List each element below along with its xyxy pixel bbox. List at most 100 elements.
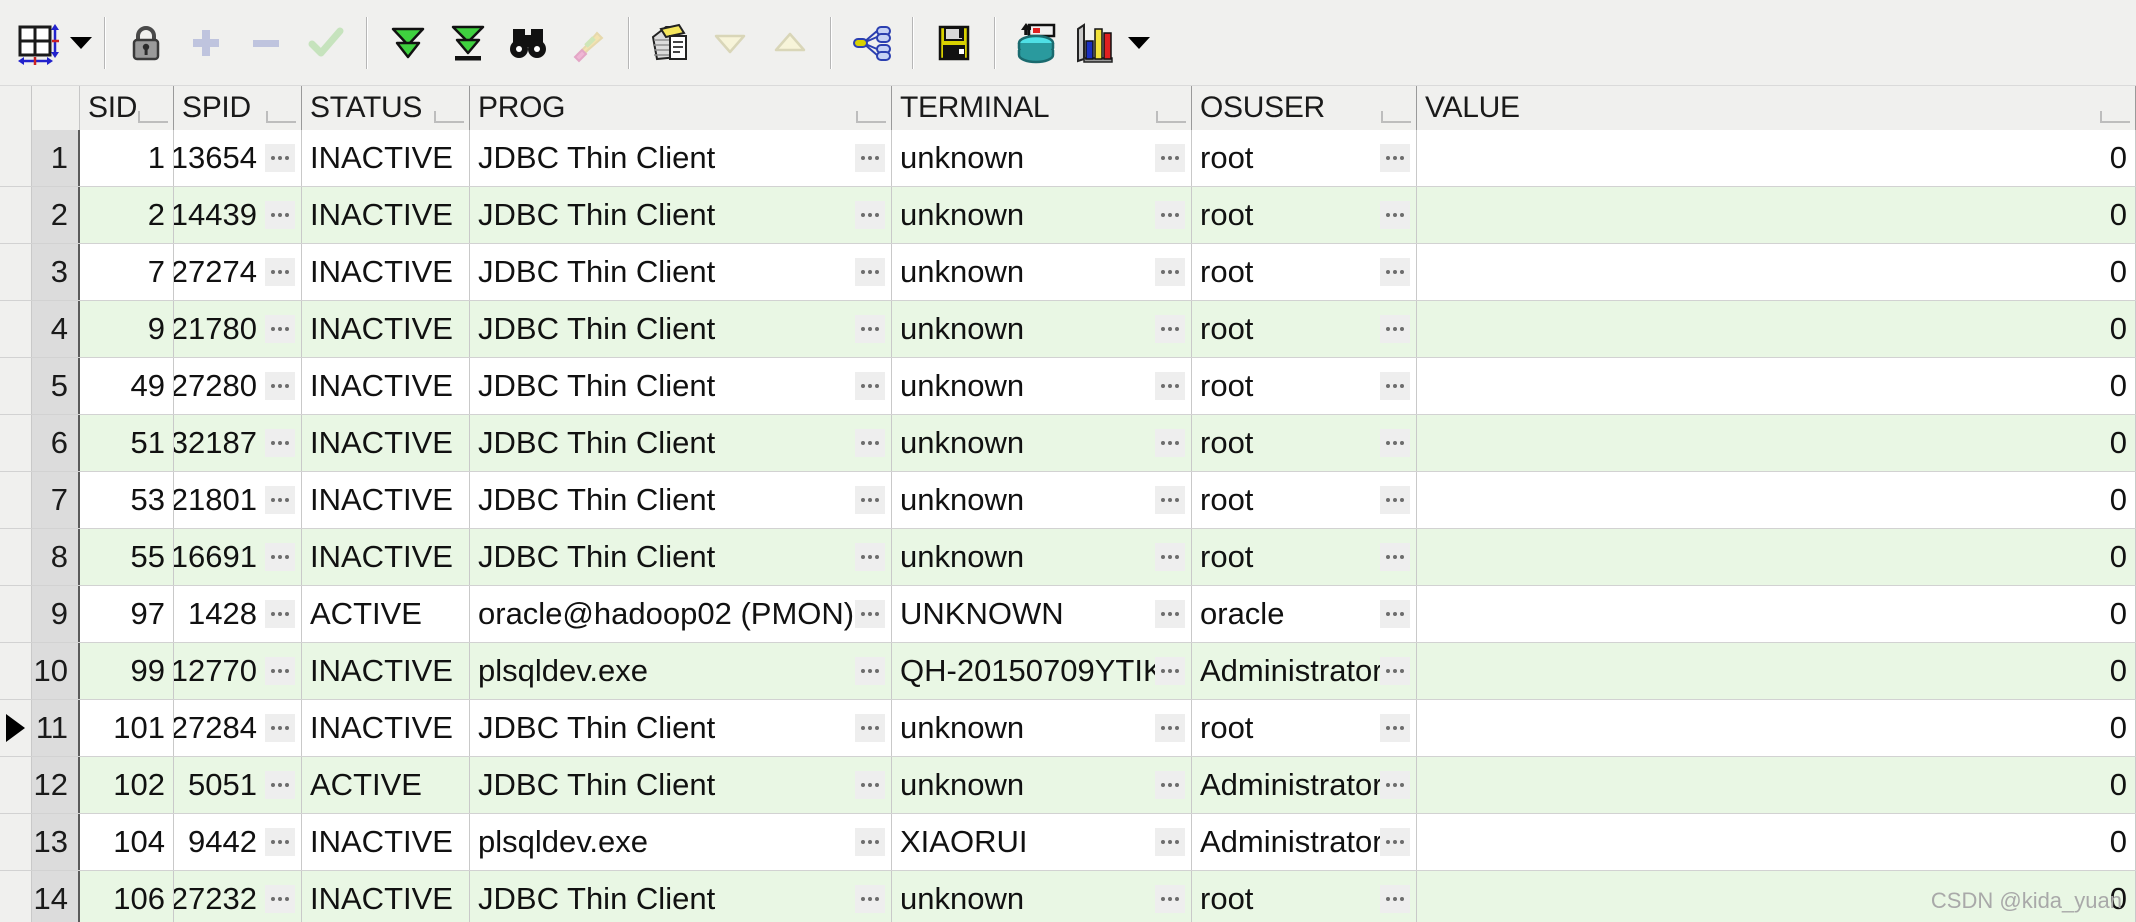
table-row[interactable]: 3 7 27274 INACTIVE JDBC Thin Client unknown ro…: [0, 244, 2136, 301]
row-selector-cell[interactable]: [0, 187, 32, 243]
cell-editor-ellipsis-button[interactable]: [1155, 486, 1185, 514]
cell-terminal[interactable]: QH-20150709YTIK: [892, 643, 1192, 699]
cell-terminal[interactable]: unknown: [892, 757, 1192, 813]
cell-prog[interactable]: JDBC Thin Client: [470, 529, 892, 585]
bar-chart-icon[interactable]: [1066, 13, 1126, 73]
cell-editor-ellipsis-button[interactable]: [1380, 486, 1410, 514]
cell-editor-ellipsis-button[interactable]: [1380, 429, 1410, 457]
cell-status[interactable]: INACTIVE: [302, 529, 470, 585]
query-plan-icon[interactable]: [842, 13, 902, 73]
cell-sid[interactable]: 102: [80, 757, 174, 813]
cell-spid[interactable]: 5051: [174, 757, 302, 813]
cell-value[interactable]: 0: [1417, 814, 2136, 870]
binoculars-icon[interactable]: [498, 13, 558, 73]
cell-status[interactable]: ACTIVE: [302, 586, 470, 642]
column-header-gutter[interactable]: [0, 86, 32, 130]
cell-prog[interactable]: JDBC Thin Client: [470, 700, 892, 756]
cell-spid[interactable]: 32187: [174, 415, 302, 471]
cell-value[interactable]: 0: [1417, 187, 2136, 243]
cell-spid[interactable]: 9442: [174, 814, 302, 870]
cell-editor-ellipsis-button[interactable]: [1155, 543, 1185, 571]
cell-editor-ellipsis-button[interactable]: [1380, 201, 1410, 229]
table-row[interactable]: 12 102 5051 ACTIVE JDBC Thin Client unknown Ad…: [0, 757, 2136, 814]
cell-editor-ellipsis-button[interactable]: [265, 714, 295, 742]
cell-spid[interactable]: 21801: [174, 472, 302, 528]
cell-sid[interactable]: 51: [80, 415, 174, 471]
column-resize-grip[interactable]: [1156, 111, 1186, 123]
column-header-value[interactable]: VALUE: [1417, 86, 2136, 130]
cell-sid[interactable]: 9: [80, 301, 174, 357]
table-row[interactable]: 14 106 27232 INACTIVE JDBC Thin Client unknow…: [0, 871, 2136, 922]
column-resize-grip[interactable]: [856, 111, 886, 123]
cell-sid[interactable]: 97: [80, 586, 174, 642]
cell-value[interactable]: 0: [1417, 472, 2136, 528]
cell-editor-ellipsis-button[interactable]: [265, 429, 295, 457]
cell-editor-ellipsis-button[interactable]: [855, 657, 885, 685]
row-selector-cell[interactable]: [0, 814, 32, 870]
cell-osuser[interactable]: oracle: [1192, 586, 1417, 642]
fetch-next-page-icon[interactable]: [378, 13, 438, 73]
cell-editor-ellipsis-button[interactable]: [265, 372, 295, 400]
cell-editor-ellipsis-button[interactable]: [1380, 258, 1410, 286]
table-row[interactable]: 10 99 12770 INACTIVE plsqldev.exe QH-20150709…: [0, 643, 2136, 700]
row-selector-cell[interactable]: [0, 529, 32, 585]
cell-sid[interactable]: 101: [80, 700, 174, 756]
cell-status[interactable]: INACTIVE: [302, 244, 470, 300]
cell-editor-ellipsis-button[interactable]: [1380, 657, 1410, 685]
cell-editor-ellipsis-button[interactable]: [855, 771, 885, 799]
cell-editor-ellipsis-button[interactable]: [1155, 258, 1185, 286]
cell-prog[interactable]: JDBC Thin Client: [470, 244, 892, 300]
cell-spid[interactable]: 13654: [174, 130, 302, 186]
cell-terminal[interactable]: unknown: [892, 301, 1192, 357]
table-row[interactable]: 2 2 14439 INACTIVE JDBC Thin Client unknown ro…: [0, 187, 2136, 244]
cell-spid[interactable]: 27232: [174, 871, 302, 922]
cell-value[interactable]: 0: [1417, 130, 2136, 186]
results-grid[interactable]: SID SPID STATUS PROG TERMINAL OSUSER VALUE 111…: [0, 86, 2136, 922]
cell-status[interactable]: INACTIVE: [302, 871, 470, 922]
cell-osuser[interactable]: root: [1192, 472, 1417, 528]
cell-editor-ellipsis-button[interactable]: [1155, 657, 1185, 685]
cell-editor-ellipsis-button[interactable]: [1380, 144, 1410, 172]
grid-layout-dropdown-caret[interactable]: [68, 13, 94, 73]
cell-editor-ellipsis-button[interactable]: [1155, 600, 1185, 628]
row-selector-cell[interactable]: [0, 358, 32, 414]
cell-osuser[interactable]: Administrator: [1192, 814, 1417, 870]
cell-editor-ellipsis-button[interactable]: [265, 771, 295, 799]
row-selector-cell[interactable]: [0, 130, 32, 186]
cell-spid[interactable]: 16691: [174, 529, 302, 585]
cell-value[interactable]: 0: [1417, 301, 2136, 357]
row-selector-cell[interactable]: [0, 244, 32, 300]
cell-prog[interactable]: JDBC Thin Client: [470, 472, 892, 528]
cell-terminal[interactable]: unknown: [892, 187, 1192, 243]
cell-status[interactable]: INACTIVE: [302, 472, 470, 528]
cell-editor-ellipsis-button[interactable]: [265, 600, 295, 628]
cell-terminal[interactable]: UNKNOWN: [892, 586, 1192, 642]
cell-editor-ellipsis-button[interactable]: [265, 315, 295, 343]
cell-editor-ellipsis-button[interactable]: [855, 201, 885, 229]
cell-spid[interactable]: 27274: [174, 244, 302, 300]
cell-editor-ellipsis-button[interactable]: [265, 258, 295, 286]
copy-to-clipboard-icon[interactable]: [640, 13, 700, 73]
column-header-status[interactable]: STATUS: [302, 86, 470, 130]
cell-prog[interactable]: JDBC Thin Client: [470, 871, 892, 922]
bar-chart-dropdown-caret[interactable]: [1126, 13, 1152, 73]
table-row[interactable]: 4 9 21780 INACTIVE JDBC Thin Client unknown ro…: [0, 301, 2136, 358]
table-row[interactable]: 11 101 27284 INACTIVE JDBC Thin Client unknow…: [0, 700, 2136, 757]
cell-status[interactable]: INACTIVE: [302, 301, 470, 357]
row-number-cell[interactable]: 9: [32, 586, 80, 642]
cell-editor-ellipsis-button[interactable]: [1380, 885, 1410, 913]
cell-editor-ellipsis-button[interactable]: [1380, 600, 1410, 628]
cell-status[interactable]: INACTIVE: [302, 130, 470, 186]
lock-icon[interactable]: [116, 13, 176, 73]
cell-editor-ellipsis-button[interactable]: [1380, 543, 1410, 571]
cell-value[interactable]: 0: [1417, 244, 2136, 300]
cell-prog[interactable]: JDBC Thin Client: [470, 130, 892, 186]
table-row[interactable]: 13 104 9442 INACTIVE plsqldev.exe XIAORUI Admi…: [0, 814, 2136, 871]
row-selector-cell[interactable]: [0, 700, 32, 756]
cell-value[interactable]: 0: [1417, 586, 2136, 642]
cell-editor-ellipsis-button[interactable]: [1380, 714, 1410, 742]
cell-terminal[interactable]: unknown: [892, 358, 1192, 414]
row-selector-cell[interactable]: [0, 415, 32, 471]
cell-editor-ellipsis-button[interactable]: [855, 372, 885, 400]
row-number-cell[interactable]: 5: [32, 358, 80, 414]
